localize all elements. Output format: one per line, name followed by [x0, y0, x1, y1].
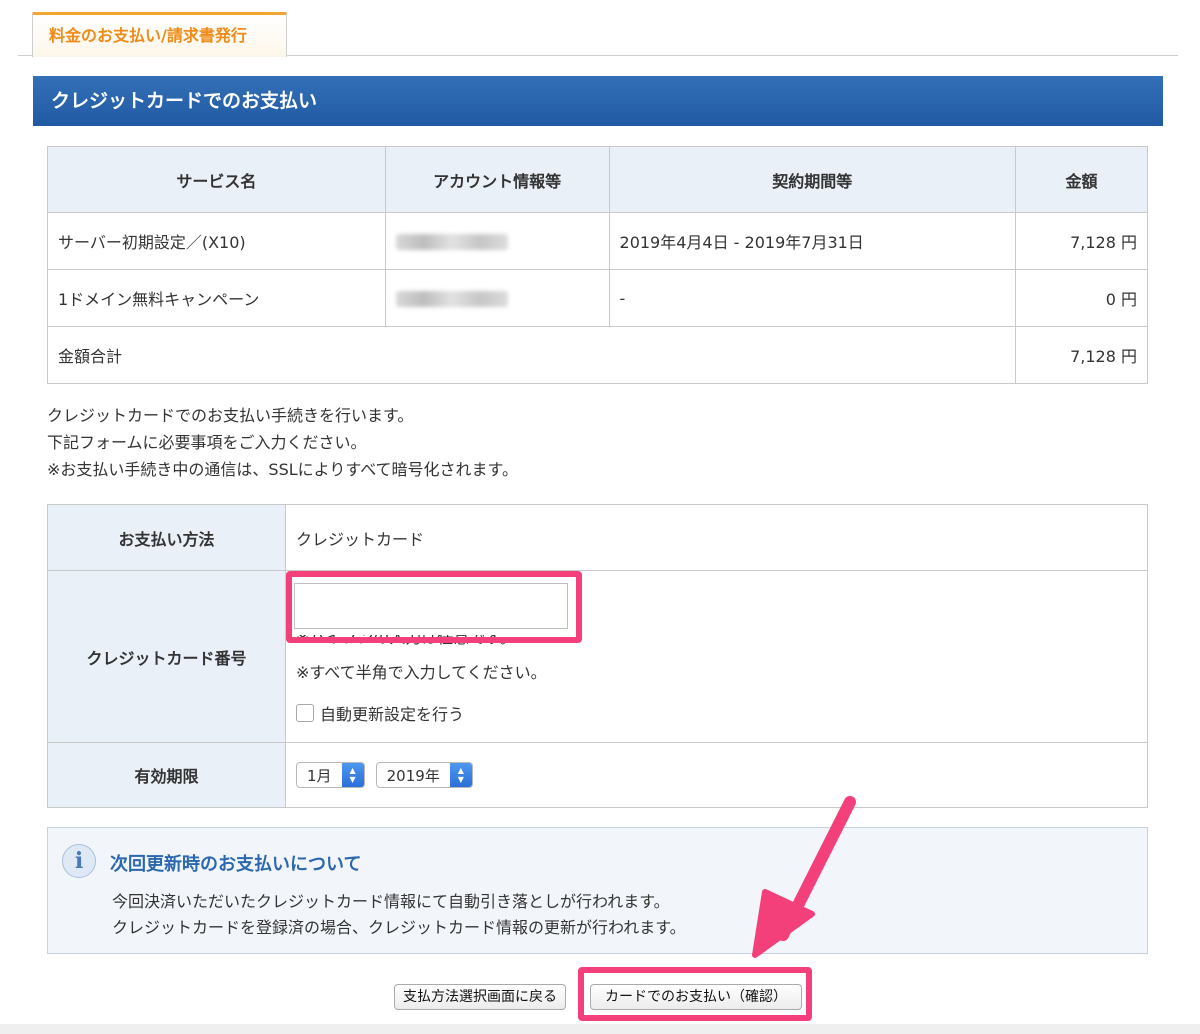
- select-arrows-icon: ▲ ▼: [341, 763, 364, 787]
- card-note-halfwidth: ※すべて半角で入力してください。: [296, 663, 547, 682]
- table-row: サーバー初期設定／(X10) 2019年4月4日 - 2019年7月31日 7,…: [47, 212, 1148, 270]
- bottom-strip: [0, 1024, 1200, 1034]
- expiry-year-value: 2019年: [386, 766, 440, 785]
- auto-renew-checkbox[interactable]: [296, 704, 314, 722]
- card-note-hyphen: ※ハイフンの入力は任意です。: [296, 635, 516, 647]
- amount: 0 円: [1015, 269, 1148, 327]
- card-number-input[interactable]: [294, 583, 568, 629]
- account-info: [384, 269, 610, 327]
- card-number-row: クレジットカード番号 ※ハイフンの入力は任意です。 ※すべて半角で入力してくださ…: [47, 570, 1148, 743]
- select-arrows-icon: ▲ ▼: [449, 763, 472, 787]
- table-header-row: サービス名 アカウント情報等 契約期間等 金額: [47, 146, 1148, 213]
- total-row: 金額合計 7,128 円: [46, 326, 1148, 384]
- column-header-amount: 金額: [1015, 146, 1148, 213]
- payment-form: お支払い方法 クレジットカード クレジットカード番号 ※ハイフンの入力は任意です…: [47, 504, 1148, 808]
- contract-period: -: [608, 269, 1017, 327]
- intro-line: クレジットカードでのお支払い手続きを行います。: [47, 406, 414, 425]
- info-title: 次回更新時のお支払いについて: [110, 854, 362, 875]
- contract-period: 2019年4月4日 - 2019年7月31日: [608, 212, 1017, 270]
- info-icon: i: [62, 844, 96, 878]
- amount: 7,128 円: [1015, 212, 1148, 270]
- auto-renew-option[interactable]: 自動更新設定を行う: [296, 701, 464, 725]
- table-row: 1ドメイン無料キャンペーン - 0 円: [47, 269, 1148, 327]
- intro-text: クレジットカードでのお支払い手続きを行います。 下記フォームに必要事項をご入力く…: [47, 402, 518, 483]
- column-header-account: アカウント情報等: [384, 146, 610, 213]
- expiry-month-select[interactable]: 1月 ▲ ▼: [296, 762, 365, 788]
- column-header-period: 契約期間等: [608, 146, 1017, 213]
- card-number-cell: ※ハイフンの入力は任意です。 ※すべて半角で入力してください。 自動更新設定を行…: [285, 570, 1148, 743]
- account-info: [384, 212, 610, 270]
- info-line: クレジットカードを登録済の場合、クレジットカード情報の更新が行われます。: [112, 918, 686, 937]
- confirm-button[interactable]: カードでのお支払い（確認）: [590, 984, 802, 1010]
- service-name: 1ドメイン無料キャンペーン: [47, 269, 386, 327]
- redacted-account: [395, 291, 508, 307]
- expiry-cell: 1月 ▲ ▼ 2019年 ▲ ▼: [285, 742, 1148, 808]
- expiry-month-value: 1月: [307, 766, 332, 785]
- tab-payment-invoice[interactable]: 料金のお支払い/請求書発行: [32, 12, 287, 57]
- auto-renew-label: 自動更新設定を行う: [320, 705, 465, 724]
- card-number-label: クレジットカード番号: [47, 570, 286, 743]
- redacted-account: [395, 234, 508, 250]
- section-header: クレジットカードでのお支払い: [33, 76, 1163, 126]
- payment-method-label: お支払い方法: [47, 504, 286, 571]
- info-line: 今回決済いただいたクレジットカード情報にて自動引き落としが行われます。: [112, 892, 670, 911]
- intro-line: ※お支払い手続き中の通信は、SSLによりすべて暗号化されます。: [47, 460, 518, 479]
- total-label: 金額合計: [46, 326, 1017, 384]
- payment-method-value: クレジットカード: [285, 504, 1148, 571]
- services-table: サービス名 アカウント情報等 契約期間等 金額 サーバー初期設定／(X10) 2…: [46, 146, 1148, 384]
- column-header-service: サービス名: [47, 146, 386, 213]
- expiry-row: 有効期限 1月 ▲ ▼ 2019年 ▲ ▼: [47, 742, 1148, 808]
- expiry-label: 有効期限: [47, 742, 286, 808]
- tab-bar: 料金のお支払い/請求書発行: [18, 12, 1178, 57]
- total-amount: 7,128 円: [1015, 326, 1148, 384]
- intro-line: 下記フォームに必要事項をご入力ください。: [47, 433, 367, 452]
- expiry-year-select[interactable]: 2019年 ▲ ▼: [375, 762, 473, 788]
- info-box: i 次回更新時のお支払いについて 今回決済いただいたクレジットカード情報にて自動…: [47, 827, 1148, 954]
- back-button[interactable]: 支払方法選択画面に戻る: [394, 984, 566, 1010]
- service-name: サーバー初期設定／(X10): [47, 212, 386, 270]
- payment-method-row: お支払い方法 クレジットカード: [47, 504, 1148, 571]
